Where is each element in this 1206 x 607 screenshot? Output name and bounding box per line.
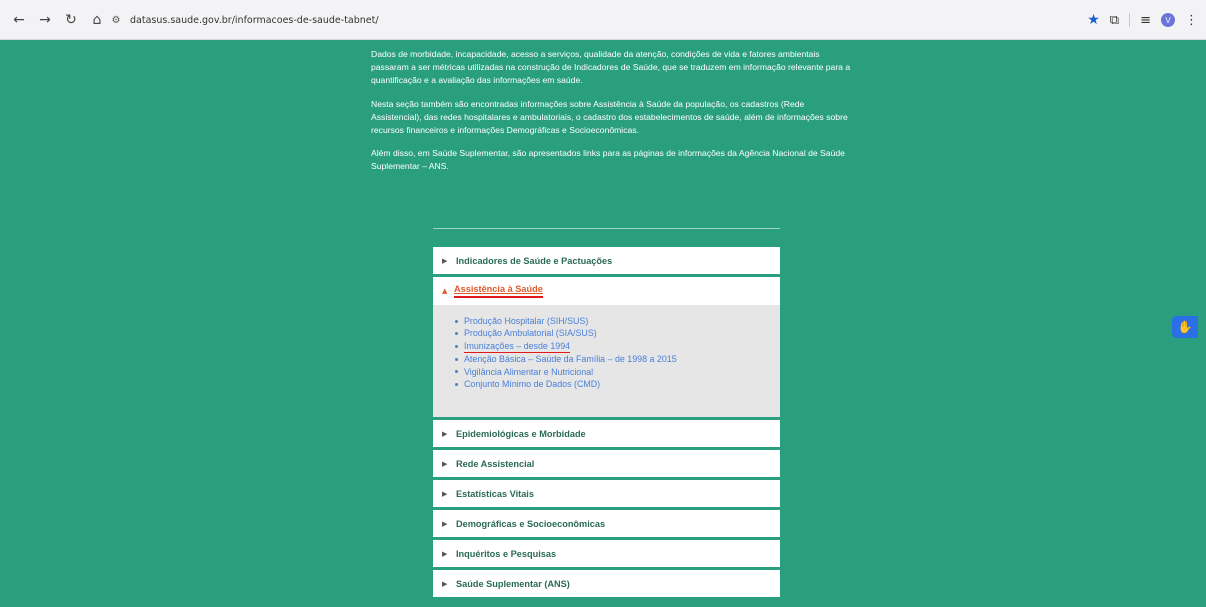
toolbar-divider bbox=[1129, 13, 1131, 27]
reload-icon[interactable]: ↻ bbox=[60, 9, 82, 31]
accordion-item-suplementar[interactable]: ▶ Saúde Suplementar (ANS) bbox=[433, 570, 780, 600]
site-info-icon[interactable]: ⚙ bbox=[108, 12, 124, 28]
intro-paragraph-1: Dados de morbidade, incapacidade, acesso… bbox=[371, 49, 851, 86]
link-vigilancia-alimentar[interactable]: Vigilância Alimentar e Nutricional bbox=[455, 366, 780, 378]
link-imunizacoes[interactable]: Imunizações – desde 1994 bbox=[455, 340, 780, 354]
accordion-item-assistencia[interactable]: ▲ Assistência à Saúde bbox=[433, 277, 780, 305]
toolbar-actions: ★ ⧉ ≡ V ⋮ bbox=[1087, 9, 1198, 31]
bookmark-star-icon[interactable]: ★ bbox=[1087, 12, 1100, 28]
caret-right-icon: ▶ bbox=[442, 489, 448, 498]
accordion-label: Indicadores de Saúde e Pactuações bbox=[456, 255, 613, 266]
accordion-item-estatisticas[interactable]: ▶ Estatísticas Vitais bbox=[433, 480, 780, 510]
link-atencao-basica[interactable]: Atenção Básica – Saúde da Família – de 1… bbox=[455, 353, 780, 365]
accordion-item-epidemiologicas[interactable]: ▶ Epidemiológicas e Morbidade bbox=[433, 420, 780, 450]
section-divider bbox=[433, 228, 780, 229]
bullet bbox=[455, 370, 458, 374]
address-bar[interactable]: ⚙ datasus.saude.gov.br/informacoes-de-sa… bbox=[100, 9, 1100, 31]
bullet bbox=[455, 319, 458, 323]
caret-right-icon: ▶ bbox=[442, 459, 448, 468]
accordion-item-inqueritos[interactable]: ▶ Inquéritos e Pesquisas bbox=[433, 540, 780, 570]
bullet bbox=[455, 332, 458, 336]
accordion-label-open: Assistência à Saúde bbox=[454, 284, 543, 298]
accordion-label: Demográficas e Socioeconômicas bbox=[456, 518, 606, 529]
accordion-item-indicadores[interactable]: ▶ Indicadores de Saúde e Pactuações bbox=[433, 247, 780, 277]
link-conjunto-minimo[interactable]: Conjunto Mínimo de Dados (CMD) bbox=[455, 378, 780, 390]
accordion-label: Estatísticas Vitais bbox=[456, 488, 534, 499]
bullet bbox=[455, 382, 458, 386]
accordion-item-rede[interactable]: ▶ Rede Assistencial bbox=[433, 450, 780, 480]
bullet bbox=[455, 357, 458, 361]
link-producao-ambulatorial[interactable]: Produção Ambulatorial (SIA/SUS) bbox=[455, 327, 780, 339]
tabnet-accordion: ▶ Indicadores de Saúde e Pactuações ▲ As… bbox=[433, 247, 780, 600]
caret-right-icon: ▶ bbox=[442, 549, 448, 558]
accessibility-hand-icon[interactable]: ✋ bbox=[1172, 316, 1198, 338]
caret-right-icon: ▶ bbox=[442, 519, 448, 528]
intro-paragraph-3: Além disso, em Saúde Suplementar, são ap… bbox=[371, 148, 845, 172]
accordion-label: Inquéritos e Pesquisas bbox=[456, 548, 557, 559]
accordion-panel-assistencia: Produção Hospitalar (SIH/SUS) Produção A… bbox=[433, 305, 780, 420]
menu-kebab-icon[interactable]: ⋮ bbox=[1185, 13, 1198, 28]
page-content: Dados de morbidade, incapacidade, acesso… bbox=[8, 40, 1198, 607]
caret-up-icon: ▲ bbox=[442, 287, 448, 295]
caret-right-icon: ▶ bbox=[442, 256, 448, 265]
intro-paragraph-2: Nesta seção também são encontradas infor… bbox=[371, 98, 848, 136]
intro-text: Dados de morbidade, incapacidade, acesso… bbox=[371, 48, 851, 184]
caret-right-icon: ▶ bbox=[442, 579, 448, 588]
back-icon[interactable]: ← bbox=[8, 9, 30, 31]
accordion-item-demograficas[interactable]: ▶ Demográficas e Socioeconômicas bbox=[433, 510, 780, 540]
profile-avatar[interactable]: V bbox=[1161, 13, 1175, 27]
assistencia-link-list: Produção Hospitalar (SIH/SUS) Produção A… bbox=[455, 315, 780, 390]
bullet bbox=[455, 345, 458, 349]
caret-right-icon: ▶ bbox=[442, 429, 448, 438]
accordion-label: Epidemiológicas e Morbidade bbox=[456, 428, 586, 439]
extensions-icon[interactable]: ⧉ bbox=[1110, 13, 1119, 28]
media-controls-icon[interactable]: ≡ bbox=[1140, 13, 1151, 28]
browser-toolbar: ← → ↻ ⌂ ⚙ datasus.saude.gov.br/informaco… bbox=[0, 0, 1206, 40]
accordion-label: Saúde Suplementar (ANS) bbox=[456, 578, 570, 589]
url-text[interactable]: datasus.saude.gov.br/informacoes-de-saud… bbox=[130, 15, 379, 26]
forward-icon[interactable]: → bbox=[34, 9, 56, 31]
accordion-label: Rede Assistencial bbox=[456, 458, 535, 469]
link-producao-hospitalar[interactable]: Produção Hospitalar (SIH/SUS) bbox=[455, 315, 780, 327]
